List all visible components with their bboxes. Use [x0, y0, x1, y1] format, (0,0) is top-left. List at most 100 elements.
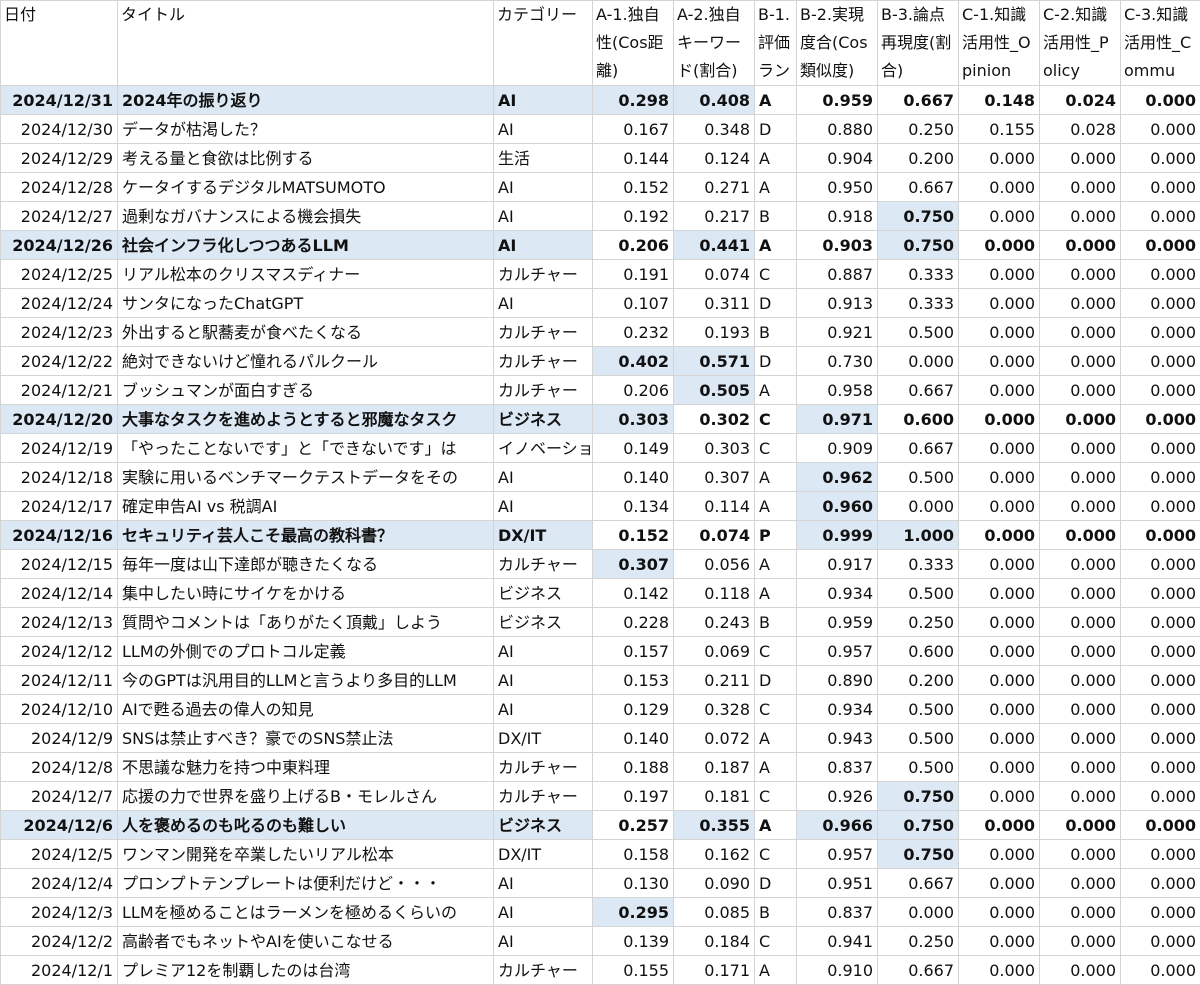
c1-cell[interactable]: 0.000 — [958, 404, 1040, 434]
b1-cell[interactable]: C — [754, 636, 797, 666]
a1-cell[interactable]: 0.130 — [592, 868, 674, 898]
category-cell[interactable]: カルチャー — [493, 955, 593, 985]
c3-cell[interactable]: 0.000 — [1120, 665, 1200, 695]
b3-cell[interactable]: 0.500 — [877, 462, 959, 492]
c1-cell[interactable]: 0.000 — [958, 230, 1040, 260]
b2-cell[interactable]: 0.913 — [796, 288, 878, 318]
c2-cell[interactable]: 0.000 — [1039, 317, 1121, 347]
b3-cell[interactable]: 0.750 — [877, 201, 959, 231]
title-cell[interactable]: 実験に用いるベンチマークテストデータをその — [117, 462, 494, 492]
b1-cell[interactable]: A — [754, 955, 797, 985]
category-cell[interactable]: AI — [493, 665, 593, 695]
header-c1-opinion[interactable]: C-1.知識活用性_Opinion — [958, 0, 1040, 86]
title-cell[interactable]: 集中したい時にサイケをかける — [117, 578, 494, 608]
title-cell[interactable]: リアル松本のクリスマスディナー — [117, 259, 494, 289]
b2-cell[interactable]: 0.951 — [796, 868, 878, 898]
b1-cell[interactable]: C — [754, 404, 797, 434]
category-cell[interactable]: AI — [493, 201, 593, 231]
date-cell[interactable]: 2024/12/10 — [0, 694, 118, 724]
c2-cell[interactable]: 0.000 — [1039, 143, 1121, 173]
a2-cell[interactable]: 0.408 — [673, 85, 755, 115]
c2-cell[interactable]: 0.000 — [1039, 491, 1121, 521]
a2-cell[interactable]: 0.211 — [673, 665, 755, 695]
b1-cell[interactable]: C — [754, 781, 797, 811]
a1-cell[interactable]: 0.167 — [592, 114, 674, 144]
category-cell[interactable]: ビジネス — [493, 404, 593, 434]
a1-cell[interactable]: 0.134 — [592, 491, 674, 521]
a1-cell[interactable]: 0.153 — [592, 665, 674, 695]
title-cell[interactable]: 高齢者でもネットやAIを使いこなせる — [117, 926, 494, 956]
a2-cell[interactable]: 0.114 — [673, 491, 755, 521]
c3-cell[interactable]: 0.000 — [1120, 810, 1200, 840]
c2-cell[interactable]: 0.000 — [1039, 607, 1121, 637]
a1-cell[interactable]: 0.307 — [592, 549, 674, 579]
b1-cell[interactable]: B — [754, 317, 797, 347]
b2-cell[interactable]: 0.837 — [796, 897, 878, 927]
c3-cell[interactable]: 0.000 — [1120, 607, 1200, 637]
c3-cell[interactable]: 0.000 — [1120, 462, 1200, 492]
category-cell[interactable]: 生活 — [493, 143, 593, 173]
b3-cell[interactable]: 0.667 — [877, 433, 959, 463]
b1-cell[interactable]: C — [754, 259, 797, 289]
c1-cell[interactable]: 0.148 — [958, 85, 1040, 115]
a2-cell[interactable]: 0.184 — [673, 926, 755, 956]
date-cell[interactable]: 2024/12/23 — [0, 317, 118, 347]
a2-cell[interactable]: 0.074 — [673, 520, 755, 550]
c2-cell[interactable]: 0.000 — [1039, 636, 1121, 666]
category-cell[interactable]: AI — [493, 491, 593, 521]
date-cell[interactable]: 2024/12/5 — [0, 839, 118, 869]
b3-cell[interactable]: 0.250 — [877, 607, 959, 637]
date-cell[interactable]: 2024/12/8 — [0, 752, 118, 782]
title-cell[interactable]: 応援の力で世界を盛り上げるB・モレルさん — [117, 781, 494, 811]
b2-cell[interactable]: 0.962 — [796, 462, 878, 492]
title-cell[interactable]: 今のGPTは汎用目的LLMと言うより多目的LLM — [117, 665, 494, 695]
category-cell[interactable]: ビジネス — [493, 810, 593, 840]
c3-cell[interactable]: 0.000 — [1120, 694, 1200, 724]
a1-cell[interactable]: 0.192 — [592, 201, 674, 231]
b3-cell[interactable]: 0.250 — [877, 114, 959, 144]
b3-cell[interactable]: 0.750 — [877, 230, 959, 260]
a1-cell[interactable]: 0.144 — [592, 143, 674, 173]
c1-cell[interactable]: 0.000 — [958, 694, 1040, 724]
category-cell[interactable]: イノベーショ — [493, 433, 593, 463]
category-cell[interactable]: ビジネス — [493, 607, 593, 637]
a2-cell[interactable]: 0.074 — [673, 259, 755, 289]
b2-cell[interactable]: 0.957 — [796, 839, 878, 869]
a2-cell[interactable]: 0.171 — [673, 955, 755, 985]
a2-cell[interactable]: 0.124 — [673, 143, 755, 173]
b2-cell[interactable]: 0.971 — [796, 404, 878, 434]
date-cell[interactable]: 2024/12/29 — [0, 143, 118, 173]
a1-cell[interactable]: 0.140 — [592, 462, 674, 492]
c3-cell[interactable]: 0.000 — [1120, 839, 1200, 869]
c3-cell[interactable]: 0.000 — [1120, 230, 1200, 260]
a1-cell[interactable]: 0.188 — [592, 752, 674, 782]
c1-cell[interactable]: 0.000 — [958, 520, 1040, 550]
category-cell[interactable]: カルチャー — [493, 752, 593, 782]
date-cell[interactable]: 2024/12/17 — [0, 491, 118, 521]
c1-cell[interactable]: 0.155 — [958, 114, 1040, 144]
date-cell[interactable]: 2024/12/26 — [0, 230, 118, 260]
b3-cell[interactable]: 0.667 — [877, 172, 959, 202]
c1-cell[interactable]: 0.000 — [958, 433, 1040, 463]
b2-cell[interactable]: 0.959 — [796, 607, 878, 637]
b1-cell[interactable]: D — [754, 665, 797, 695]
header-date[interactable]: 日付 — [0, 0, 118, 86]
date-cell[interactable]: 2024/12/30 — [0, 114, 118, 144]
c2-cell[interactable]: 0.028 — [1039, 114, 1121, 144]
b1-cell[interactable]: A — [754, 578, 797, 608]
category-cell[interactable]: AI — [493, 926, 593, 956]
c2-cell[interactable]: 0.000 — [1039, 375, 1121, 405]
a1-cell[interactable]: 0.257 — [592, 810, 674, 840]
b1-cell[interactable]: D — [754, 868, 797, 898]
a1-cell[interactable]: 0.129 — [592, 694, 674, 724]
b2-cell[interactable]: 0.959 — [796, 85, 878, 115]
c2-cell[interactable]: 0.000 — [1039, 839, 1121, 869]
b1-cell[interactable]: A — [754, 85, 797, 115]
b1-cell[interactable]: C — [754, 433, 797, 463]
header-a1-uniqueness[interactable]: A-1.独自性(Cos距離) — [592, 0, 674, 86]
title-cell[interactable]: ブッシュマンが面白すぎる — [117, 375, 494, 405]
b3-cell[interactable]: 0.500 — [877, 317, 959, 347]
a1-cell[interactable]: 0.157 — [592, 636, 674, 666]
b3-cell[interactable]: 0.600 — [877, 404, 959, 434]
c2-cell[interactable]: 0.000 — [1039, 520, 1121, 550]
